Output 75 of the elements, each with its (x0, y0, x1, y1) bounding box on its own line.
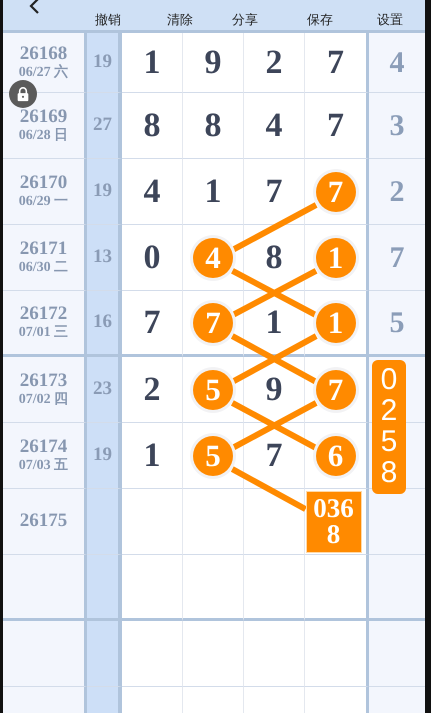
table-cell (87, 555, 122, 621)
issue-date: 06/30 二 (18, 260, 68, 276)
tail-digit: 4 (390, 45, 404, 81)
issue-number: 26170 (20, 172, 68, 194)
issue-number: 26172 (20, 304, 68, 325)
digit-ball: 7 (316, 172, 356, 212)
digit: 7 (144, 306, 160, 340)
digit-ball: 5 (193, 436, 233, 476)
digit: 9 (266, 372, 282, 406)
toolbar-button[interactable]: 分享 (232, 12, 258, 28)
issue-number: 26175 (20, 511, 68, 532)
digit: 1 (144, 438, 160, 472)
digit: 2 (144, 372, 160, 406)
digit: 0 (144, 240, 160, 274)
digit-ball: 1 (316, 302, 356, 342)
issue-date: 06/27 六 (18, 64, 68, 82)
tail-digit: 7 (390, 240, 404, 276)
digit: 1 (144, 46, 160, 80)
toolbar-button[interactable]: 保存 (307, 12, 333, 28)
digit: 4 (266, 108, 282, 142)
sum-value: 19 (93, 50, 112, 74)
issue-number: 26168 (20, 44, 68, 64)
digit-ball: 6 (316, 436, 356, 476)
digit: 7 (327, 108, 344, 142)
issue-date: 06/28 日 (18, 128, 68, 144)
digit-ball: 7 (193, 302, 233, 342)
tail-digit: 3 (390, 108, 404, 144)
digit-ball: 4 (193, 238, 233, 278)
issue-number: 26171 (20, 238, 68, 260)
table-cell (122, 555, 183, 621)
digit: 7 (266, 174, 282, 208)
digit: 1 (204, 174, 222, 208)
back-icon (28, 0, 40, 14)
sum-value: 16 (93, 310, 112, 334)
prediction-box: 0368 (306, 490, 362, 552)
issue-date: 07/01 三 (18, 324, 68, 342)
digit: 9 (204, 46, 222, 80)
digit-ball: 7 (316, 370, 356, 410)
table-cell (369, 555, 425, 621)
table-cell (183, 555, 244, 621)
issue-number: 26174 (20, 436, 68, 458)
digit: 1 (266, 306, 282, 340)
digit: 7 (266, 438, 282, 472)
table-cell (369, 621, 425, 687)
digit-ball: 1 (316, 238, 356, 278)
digit: 2 (266, 46, 282, 80)
toolbar-button[interactable]: 设置 (377, 12, 403, 28)
digit-ball: 5 (193, 370, 233, 410)
tail-digit: 5 (390, 305, 404, 341)
lock-icon (17, 86, 29, 102)
table-cell (122, 621, 183, 687)
sum-value: 27 (93, 113, 112, 138)
issue-number: 26173 (20, 370, 68, 392)
sum-value: 13 (93, 245, 112, 270)
table-cell (305, 621, 369, 687)
prediction-pill: 0258 (372, 360, 406, 494)
table-cell (87, 621, 122, 687)
table-cell (244, 621, 305, 687)
issue-date: 07/03 五 (18, 458, 68, 474)
sum-value: 19 (93, 179, 112, 204)
issue-number: 26169 (20, 106, 68, 128)
digit: 8 (144, 108, 160, 142)
tail-digit: 2 (390, 174, 404, 210)
sum-value: 23 (93, 377, 112, 402)
digit: 8 (266, 240, 282, 274)
digit: 4 (144, 174, 160, 208)
table-cell (183, 621, 244, 687)
toolbar-button[interactable]: 清除 (167, 12, 193, 28)
issue-date: 06/29 一 (18, 194, 68, 210)
toolbar-button[interactable]: 撤销 (95, 12, 121, 28)
table-cell (244, 555, 305, 621)
digit: 7 (327, 46, 344, 80)
digit: 8 (204, 108, 222, 142)
issue-date: 07/02 四 (18, 392, 68, 408)
sum-value: 19 (93, 443, 112, 468)
